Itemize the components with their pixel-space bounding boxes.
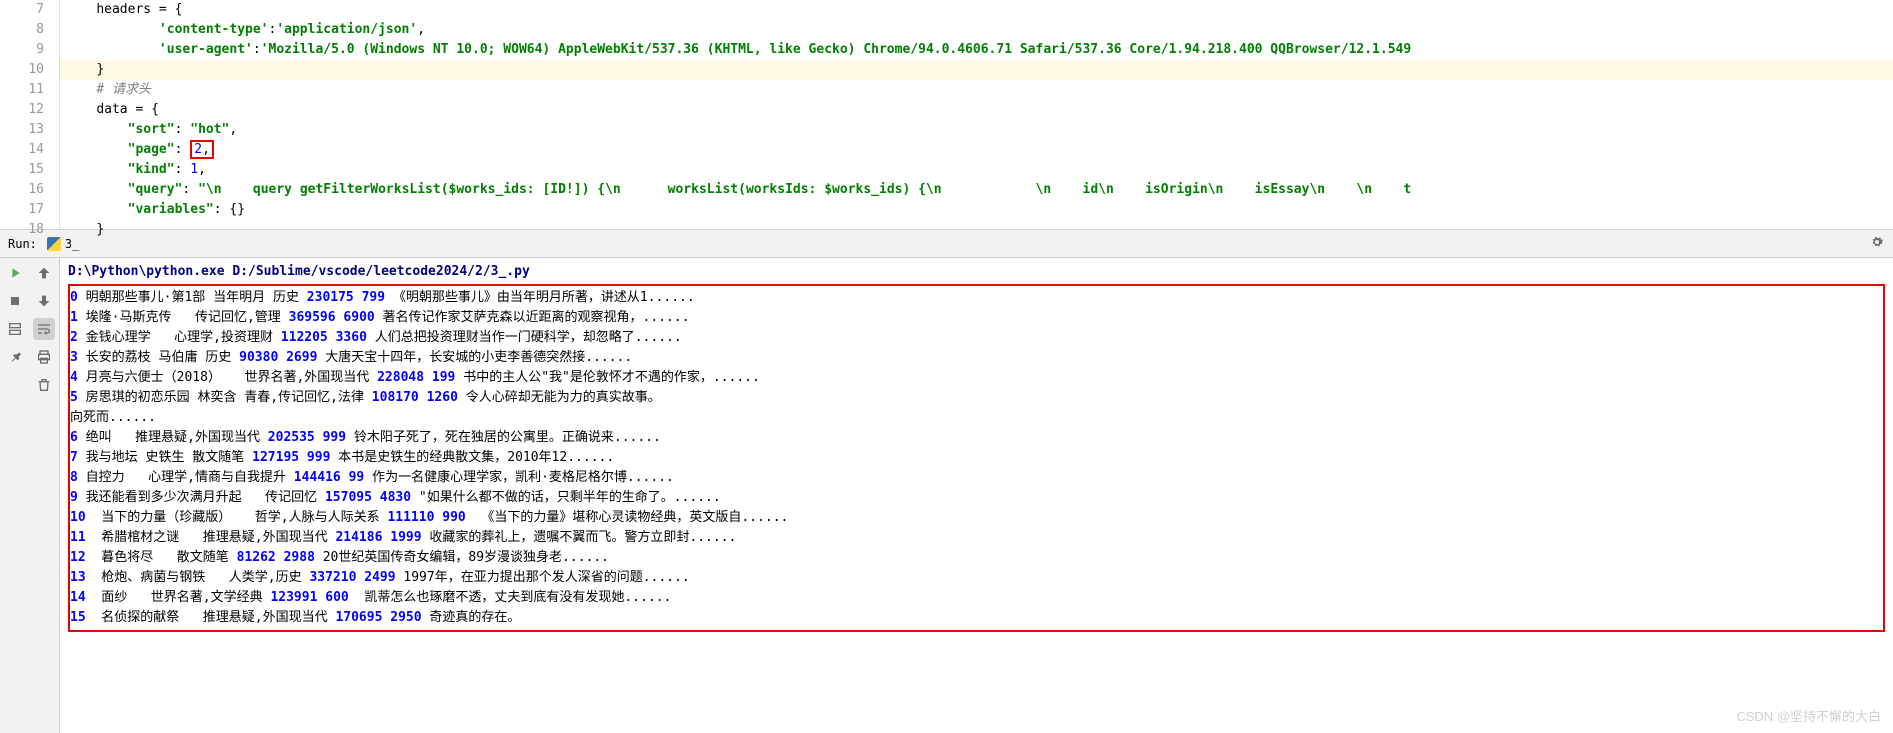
- code-line-17[interactable]: "variables": {}: [60, 200, 1893, 220]
- line-number: 10: [0, 60, 44, 80]
- line-number: 8: [0, 20, 44, 40]
- output-row: 向死而......: [70, 408, 1883, 428]
- code-content[interactable]: headers = { 'content-type':'application/…: [60, 0, 1893, 229]
- output-row: 1 埃隆·马斯克传 传记回忆,管理 369596 6900 著名传记作家艾萨克森…: [70, 308, 1883, 328]
- output-row: 7 我与地坛 史铁生 散文随笔 127195 999 本书是史铁生的经典散文集，…: [70, 448, 1883, 468]
- command-line: D:\Python\python.exe D:/Sublime/vscode/l…: [68, 262, 1885, 282]
- layout-button[interactable]: [4, 318, 26, 340]
- output-row: 8 自控力 心理学,情商与自我提升 144416 99 作为一名健康心理学家，凯…: [70, 468, 1883, 488]
- output-row: 13 枪炮、病菌与钢铁 人类学,历史 337210 2499 1997年，在亚力…: [70, 568, 1883, 588]
- line-number: 11: [0, 80, 44, 100]
- code-line-13[interactable]: "sort": "hot",: [60, 120, 1893, 140]
- line-number: 15: [0, 160, 44, 180]
- code-line-18[interactable]: }: [60, 220, 1893, 240]
- result-highlight-box: 0 明朝那些事儿·第1部 当年明月 历史 230175 799 《明朝那些事儿》…: [68, 284, 1885, 632]
- console-toolbar: [0, 258, 60, 733]
- line-number: 17: [0, 200, 44, 220]
- output-row: 11 希腊棺材之谜 推理悬疑,外国现当代 214186 1999 收藏家的葬礼上…: [70, 528, 1883, 548]
- line-number: 9: [0, 40, 44, 60]
- code-line-9[interactable]: 'user-agent':'Mozilla/5.0 (Windows NT 10…: [60, 40, 1893, 60]
- run-label: Run:: [8, 237, 37, 251]
- trash-button[interactable]: [33, 374, 55, 396]
- stop-button[interactable]: [4, 290, 26, 312]
- watermark: CSDN @坚持不懈的大白: [1736, 706, 1881, 725]
- console-output[interactable]: D:\Python\python.exe D:/Sublime/vscode/l…: [60, 258, 1893, 733]
- output-row: 10 当下的力量（珍藏版） 哲学,人脉与人际关系 111110 990 《当下的…: [70, 508, 1883, 528]
- code-editor[interactable]: 7 8 9 10 11 12 13 14 15 16 17 18 headers…: [0, 0, 1893, 230]
- console-panel: D:\Python\python.exe D:/Sublime/vscode/l…: [0, 258, 1893, 733]
- code-line-12[interactable]: data = {: [60, 100, 1893, 120]
- output-row: 14 面纱 世界名著,文学经典 123991 600 凯蒂怎么也琢磨不透，丈夫到…: [70, 588, 1883, 608]
- output-row: 3 长安的荔枝 马伯庸 历史 90380 2699 大唐天宝十四年，长安城的小吏…: [70, 348, 1883, 368]
- output-row: 0 明朝那些事儿·第1部 当年明月 历史 230175 799 《明朝那些事儿》…: [70, 288, 1883, 308]
- code-line-14[interactable]: "page": 2,: [60, 140, 1893, 160]
- up-button[interactable]: [33, 262, 55, 284]
- python-icon: [47, 237, 61, 251]
- pin-button[interactable]: [4, 346, 26, 368]
- line-gutter: 7 8 9 10 11 12 13 14 15 16 17 18: [0, 0, 60, 229]
- wrap-button[interactable]: [33, 318, 55, 340]
- rerun-button[interactable]: [4, 262, 26, 284]
- line-number: 7: [0, 0, 44, 20]
- output-row: 4 月亮与六便士（2018） 世界名著,外国现当代 228048 199 书中的…: [70, 368, 1883, 388]
- output-row: 6 绝叫 推理悬疑,外国现当代 202535 999 铃木阳子死了，死在独居的公…: [70, 428, 1883, 448]
- line-number: 13: [0, 120, 44, 140]
- code-line-11[interactable]: # 请求头: [60, 80, 1893, 100]
- line-number: 12: [0, 100, 44, 120]
- output-row: 2 金钱心理学 心理学,投资理财 112205 3360 人们总把投资理财当作一…: [70, 328, 1883, 348]
- output-row: 5 房思琪的初恋乐园 林奕含 青春,传记回忆,法律 108170 1260 令人…: [70, 388, 1883, 408]
- code-line-10[interactable]: }: [60, 60, 1893, 80]
- code-line-7[interactable]: headers = {: [60, 0, 1893, 20]
- output-row: 12 暮色将尽 散文随笔 81262 2988 20世纪英国传奇女编辑，89岁漫…: [70, 548, 1883, 568]
- output-row: 15 名侦探的献祭 推理悬疑,外国现当代 170695 2950 奇迹真的存在。: [70, 608, 1883, 628]
- down-button[interactable]: [33, 290, 55, 312]
- code-line-8[interactable]: 'content-type':'application/json',: [60, 20, 1893, 40]
- line-number: 16: [0, 180, 44, 200]
- line-number: 14: [0, 140, 44, 160]
- code-line-16[interactable]: "query": "\n query getFilterWorksList($w…: [60, 180, 1893, 200]
- print-button[interactable]: [33, 346, 55, 368]
- code-line-15[interactable]: "kind": 1,: [60, 160, 1893, 180]
- output-row: 9 我还能看到多少次满月升起 传记回忆 157095 4830 "如果什么都不做…: [70, 488, 1883, 508]
